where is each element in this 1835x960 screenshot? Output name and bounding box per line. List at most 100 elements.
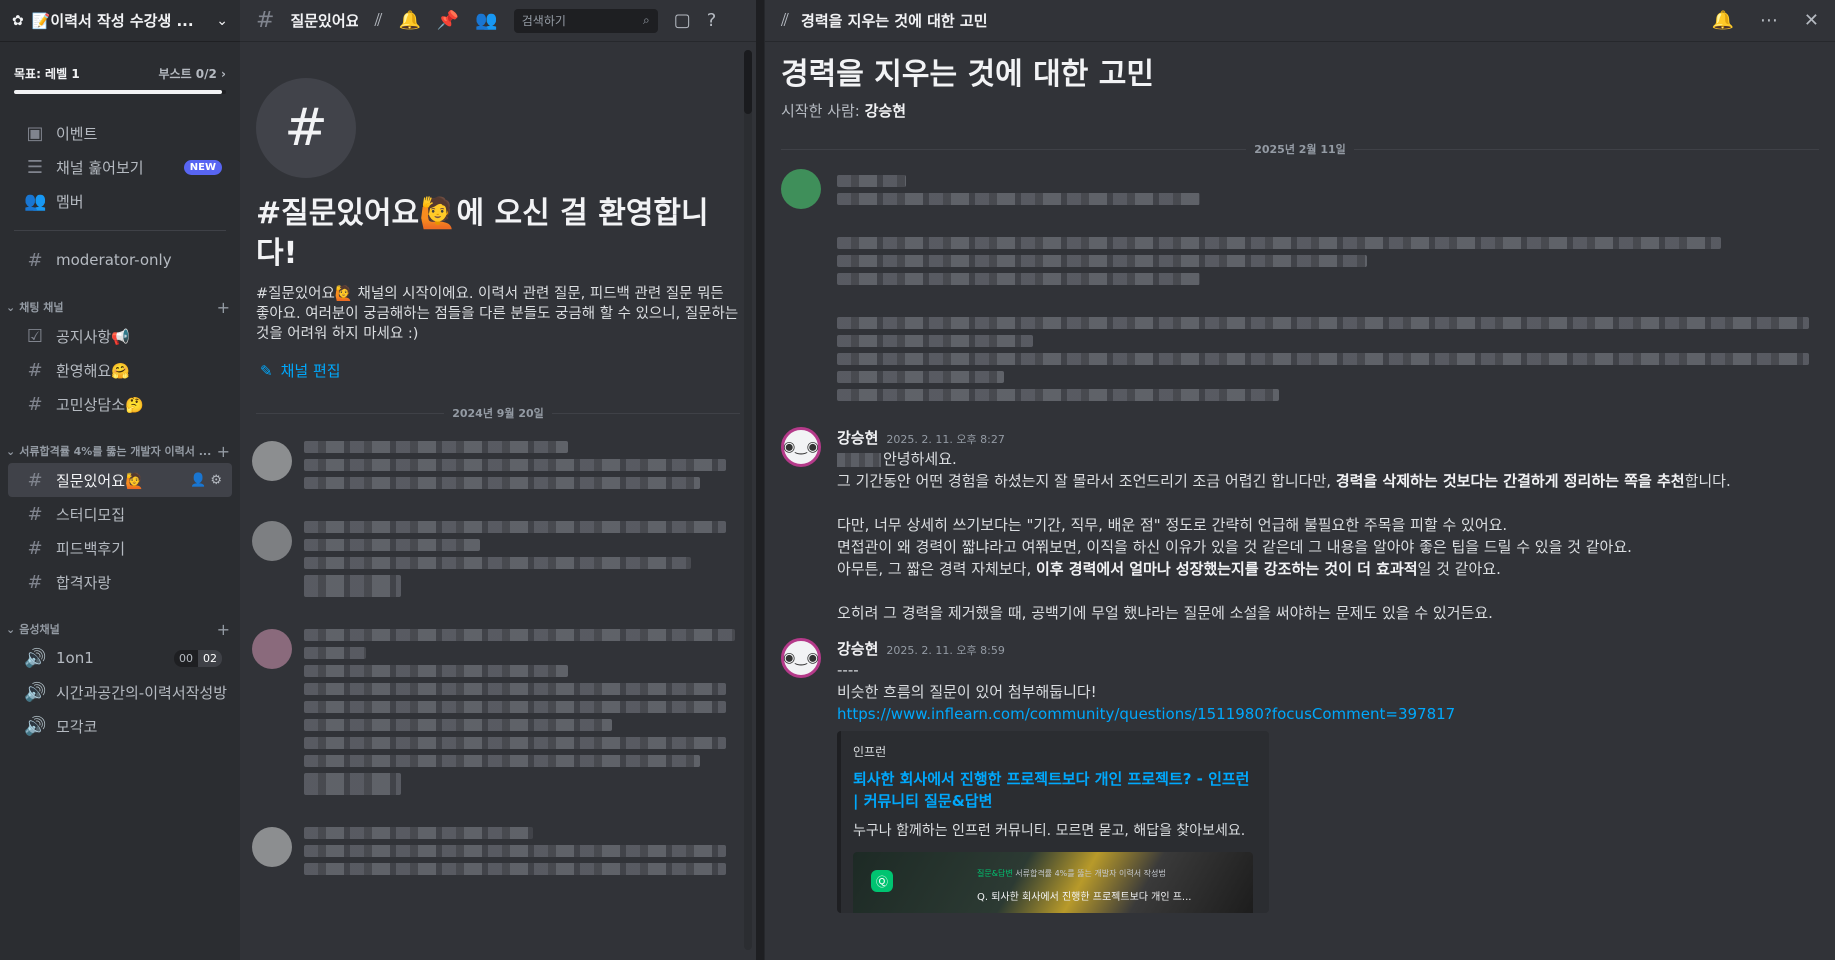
bell-icon[interactable]: 🔔 <box>1711 10 1733 31</box>
announcement-icon: ☑ <box>26 325 44 347</box>
channel-questions[interactable]: # 질문있어요🙋 👤 ⚙ <box>8 463 232 497</box>
nav-members[interactable]: 👥 멤버 <box>8 184 232 218</box>
blurred-message <box>240 435 756 495</box>
chevron-down-icon: ⌄ <box>6 444 16 458</box>
pane-divider[interactable] <box>756 0 764 960</box>
calendar-icon: ▣ <box>26 122 44 144</box>
channel-title: 질문있어요 <box>290 12 359 30</box>
category-label: 채팅 채널 <box>19 301 64 314</box>
hash-icon: # <box>27 249 43 271</box>
hash-icon: # <box>256 8 275 33</box>
voice-channel-mogakco[interactable]: 🔊 모각코 <box>8 709 232 743</box>
bell-icon[interactable]: 🔔 <box>398 10 420 31</box>
channel-label: 합격자랑 <box>56 573 112 592</box>
nav-events[interactable]: ▣ 이벤트 <box>8 116 232 150</box>
starter-name[interactable]: 강승현 <box>865 102 906 120</box>
message-line: 그 기간동안 어떤 경험을 하셨는지 잘 몰라서 조언드리기 조금 어렵긴 합니… <box>837 472 1731 490</box>
welcome-title: #질문있어요🙋에 오신 걸 환영합니다! <box>256 196 709 271</box>
inbox-icon[interactable]: ▢ <box>674 10 691 31</box>
search-input[interactable]: 검색하기 ⌕ <box>513 8 658 33</box>
members-icon[interactable]: 👥 <box>475 10 497 31</box>
channel-hash-avatar: # <box>256 78 356 178</box>
pin-icon[interactable]: 📌 <box>437 10 459 31</box>
embed-title[interactable]: 퇴사한 회사에서 진행한 프로젝트보다 개인 프로젝트? - 인프런 | 커뮤니… <box>853 768 1255 812</box>
thread-header-title: 경력을 지우는 것에 대한 고민 <box>801 12 988 30</box>
embed-image[interactable]: Ⓠ 질문&답변 서류합격률 4%를 뚫는 개발자 이력서 작성법 Q. 퇴사한 … <box>853 852 1253 913</box>
category-label: 음성채널 <box>19 623 60 636</box>
voice-channel-1on1[interactable]: 🔊 1on1 00 02 <box>8 641 232 675</box>
link-embed: 인프런 퇴사한 회사에서 진행한 프로젝트보다 개인 프로젝트? - 인프런 |… <box>837 731 1269 913</box>
channel-label: 시간과공간의-이력서작성방 <box>56 683 228 702</box>
channel-feedback[interactable]: # 피드백후기 <box>8 531 232 565</box>
channel-header: # 질문있어요 ⫽ 🔔 📌 👥 검색하기 ⌕ ▢ ? <box>240 0 756 42</box>
server-goal[interactable]: 목표: 레벨 1 부스트 0/2 › <box>0 56 240 90</box>
blurred-avatar <box>252 629 292 669</box>
blurred-message <box>240 515 756 603</box>
hash-icon: # <box>27 503 43 525</box>
embed-image-question: Q. 퇴사한 회사에서 진행한 프로젝트보다 개인 프... <box>977 892 1192 903</box>
message: ◉‿◉ 강승현 2025. 2. 11. 오후 8:27 안녕하세요. 그 기간… <box>765 427 1835 624</box>
message-line: 오히려 그 경력을 제거했을 때, 공백기에 무얼 했냐라는 질문에 소설을 써… <box>837 604 1493 622</box>
message-link[interactable]: https://www.inflearn.com/community/quest… <box>837 703 1819 725</box>
thread-starter: 시작한 사람: 강승현 <box>781 102 907 120</box>
hash-icon: # <box>27 537 43 559</box>
server-header[interactable]: ✿ 📝이력서 작성 수강생 ... ⌄ <box>0 0 240 42</box>
threads-icon[interactable]: ⫽ <box>374 10 382 31</box>
channel-moderator-only[interactable]: # moderator-only <box>8 243 232 277</box>
category-dev[interactable]: ⌄ 서류합격률 4%를 뚫는 개발자 이력서 ... + <box>0 439 240 463</box>
speaker-icon: 🔊 <box>24 681 47 703</box>
category-voice[interactable]: ⌄ 음성채널 + <box>0 617 240 641</box>
date-separator: 2024년 9월 20일 <box>256 405 740 421</box>
add-channel-icon[interactable]: + <box>217 442 230 461</box>
channel-counsel[interactable]: # 고민상담소🤔 <box>8 387 232 421</box>
help-icon[interactable]: ? <box>707 10 717 31</box>
edit-channel-button[interactable]: ✎ 채널 편집 <box>260 360 740 381</box>
add-channel-icon[interactable]: + <box>217 298 230 317</box>
chevron-down-icon[interactable]: ⌄ <box>216 13 228 29</box>
scrollbar[interactable] <box>744 50 752 950</box>
message-timestamp: 2025. 2. 11. 오후 8:59 <box>886 644 1005 657</box>
nav-label: 멤버 <box>56 192 84 211</box>
thread-header: ⫽ 경력을 지우는 것에 대한 고민 🔔 ⋯ ✕ <box>765 0 1835 42</box>
more-icon[interactable]: ⋯ <box>1760 10 1778 31</box>
channel-label: 고민상담소🤔 <box>56 395 144 414</box>
channel-label: 피드백후기 <box>56 539 126 558</box>
channel-notice[interactable]: ☑ 공지사항📢 <box>8 319 232 353</box>
message-author[interactable]: 강승현 <box>837 427 878 448</box>
inflearn-logo-icon: Ⓠ <box>871 870 893 892</box>
thread-title: 경력을 지우는 것에 대한 고민 <box>781 57 1154 92</box>
avatar[interactable]: ◉‿◉ <box>781 638 821 678</box>
blurred-avatar <box>252 521 292 561</box>
hash-icon: # <box>27 359 43 381</box>
blurred-message <box>240 821 756 881</box>
message-line: 다만, 너무 상세히 쓰기보다는 "기간, 직무, 배운 점" 정도로 간략히 … <box>837 516 1508 534</box>
channel-settings-icons[interactable]: 👤 ⚙ <box>190 473 222 488</box>
message-timestamp: 2025. 2. 11. 오후 8:27 <box>886 433 1005 446</box>
channel-pass[interactable]: # 합격자랑 <box>8 565 232 599</box>
voice-channel-resume[interactable]: 🔊 시간과공간의-이력서작성방 <box>8 675 232 709</box>
server-name: 📝이력서 작성 수강생 ... <box>31 12 194 30</box>
channel-welcome[interactable]: # 환영해요🤗 <box>8 353 232 387</box>
channel-pane: # 질문있어요 ⫽ 🔔 📌 👥 검색하기 ⌕ ▢ ? # #질문있어요🙋에 오신… <box>240 0 756 960</box>
message-author[interactable]: 강승현 <box>837 638 878 659</box>
members-icon: 👥 <box>24 190 47 212</box>
add-channel-icon[interactable]: + <box>217 620 230 639</box>
message-line: 안녕하세요. <box>837 448 1819 470</box>
embed-provider: 인프런 <box>853 745 887 759</box>
welcome-description: #질문있어요🙋 채널의 시작이에요. 이력서 관련 질문, 피드백 관련 질문 … <box>256 286 739 342</box>
server-sidebar: ✿ 📝이력서 작성 수강생 ... ⌄ 목표: 레벨 1 부스트 0/2 › ▣… <box>0 0 240 960</box>
close-icon[interactable]: ✕ <box>1804 10 1819 31</box>
channel-study[interactable]: # 스터디모집 <box>8 497 232 531</box>
search-icon: ⌕ <box>643 13 650 27</box>
blurred-message <box>765 169 1835 407</box>
embed-description: 누구나 함께하는 인프런 커뮤니티. 모르면 묻고, 해답을 찾아보세요. <box>853 823 1246 839</box>
hash-icon: # <box>27 469 43 491</box>
date-separator: 2025년 2월 11일 <box>781 141 1819 157</box>
category-chat[interactable]: ⌄ 채팅 채널 + <box>0 295 240 319</box>
new-badge: NEW <box>183 159 222 175</box>
channel-label: 모각코 <box>56 717 98 736</box>
nav-browse-channels[interactable]: ☰ 채널 훑어보기 NEW <box>8 150 232 184</box>
category-label: 서류합격률 4%를 뚫는 개발자 이력서 ... <box>19 445 212 458</box>
avatar[interactable]: ◉‿◉ <box>781 427 821 467</box>
boost-label: 부스트 0/2 › <box>158 66 226 81</box>
